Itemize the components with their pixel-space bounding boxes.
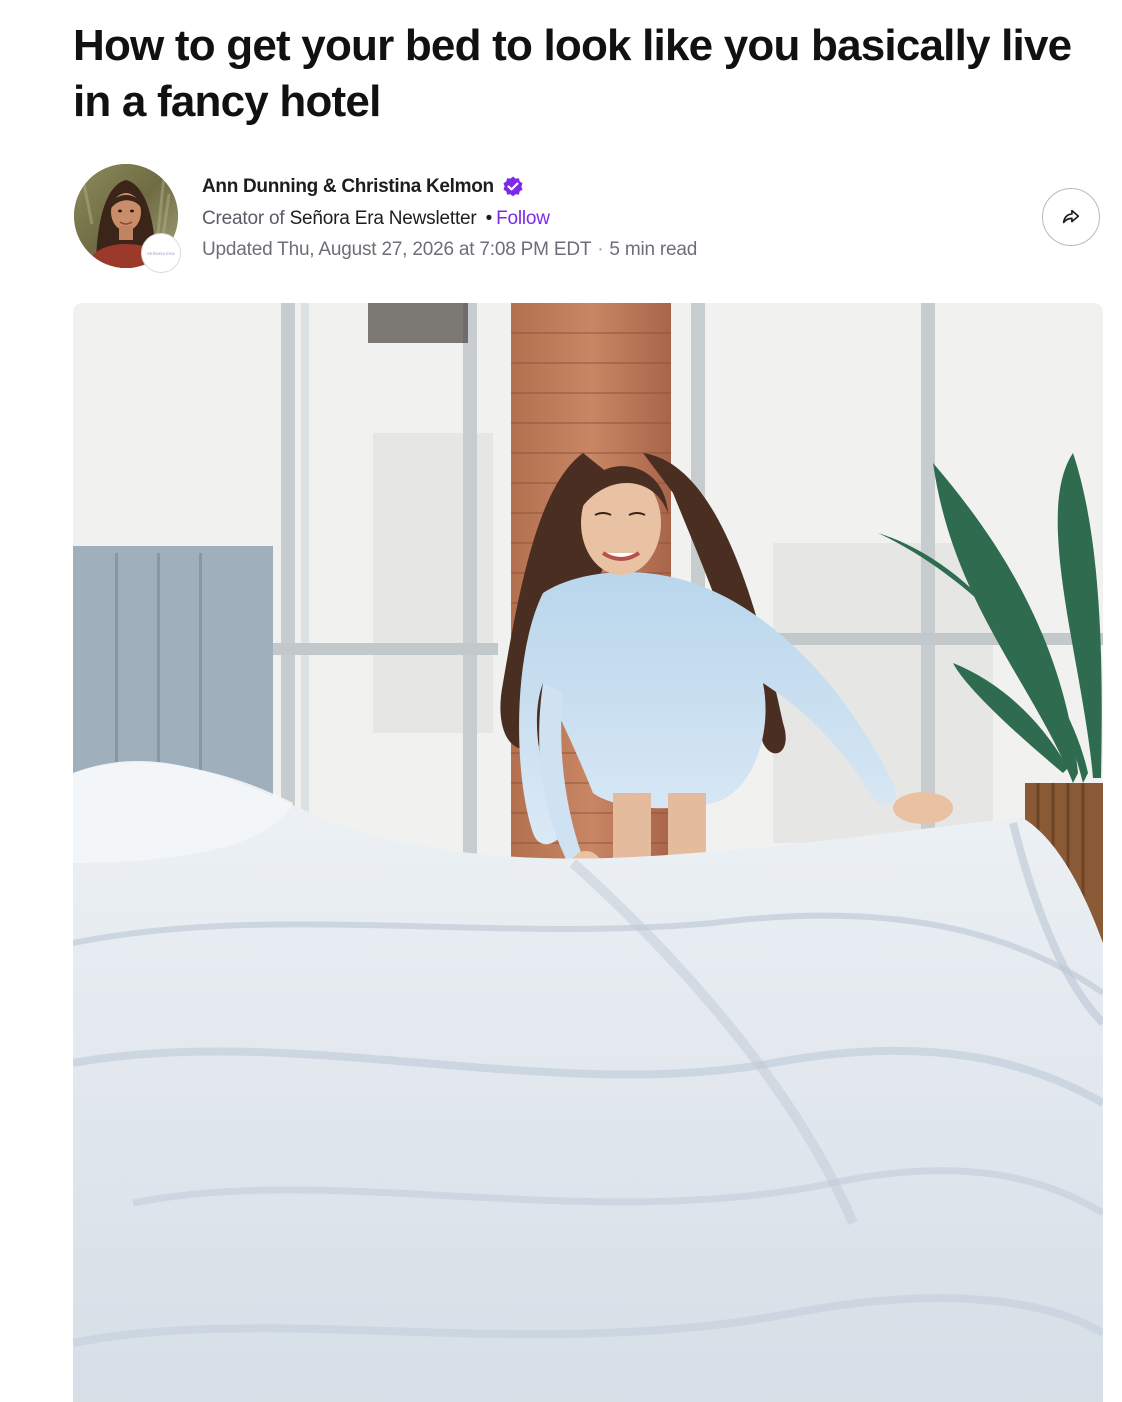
- publication-logo-badge: SEÑORA ERA: [141, 233, 181, 273]
- read-time: 5 min read: [609, 239, 698, 260]
- creator-line: Creator of Señora Era Newsletter • Follow: [202, 208, 550, 232]
- author-name[interactable]: Ann Dunning & Christina Kelmon: [202, 176, 494, 198]
- hero-photo-bed-making: [73, 303, 1103, 1402]
- meta-separator: ·: [597, 239, 604, 260]
- author-avatar-group[interactable]: SEÑORA ERA: [73, 163, 181, 275]
- publication-name[interactable]: Señora Era Newsletter: [290, 208, 477, 229]
- share-arrow-icon: [1062, 209, 1080, 224]
- article-meta: Updated Thu, August 27, 2026 at 7:08 PM …: [202, 239, 697, 263]
- article-page: How to get your bed to look like you bas…: [0, 0, 1122, 1402]
- verified-badge-icon: [503, 176, 523, 197]
- creator-prefix: Creator of: [202, 208, 285, 229]
- share-button[interactable]: [1042, 188, 1100, 246]
- author-line: Ann Dunning & Christina Kelmon: [202, 175, 525, 199]
- updated-timestamp: Updated Thu, August 27, 2026 at 7:08 PM …: [202, 239, 592, 260]
- creator-separator: •: [485, 208, 493, 229]
- byline: SEÑORA ERA Ann Dunning & Christina Kelmo…: [73, 163, 1103, 273]
- publication-logo-text: SEÑORA ERA: [146, 250, 175, 256]
- hero-image: [73, 303, 1103, 1402]
- follow-button[interactable]: Follow: [496, 208, 550, 229]
- article-headline: How to get your bed to look like you bas…: [73, 21, 1072, 126]
